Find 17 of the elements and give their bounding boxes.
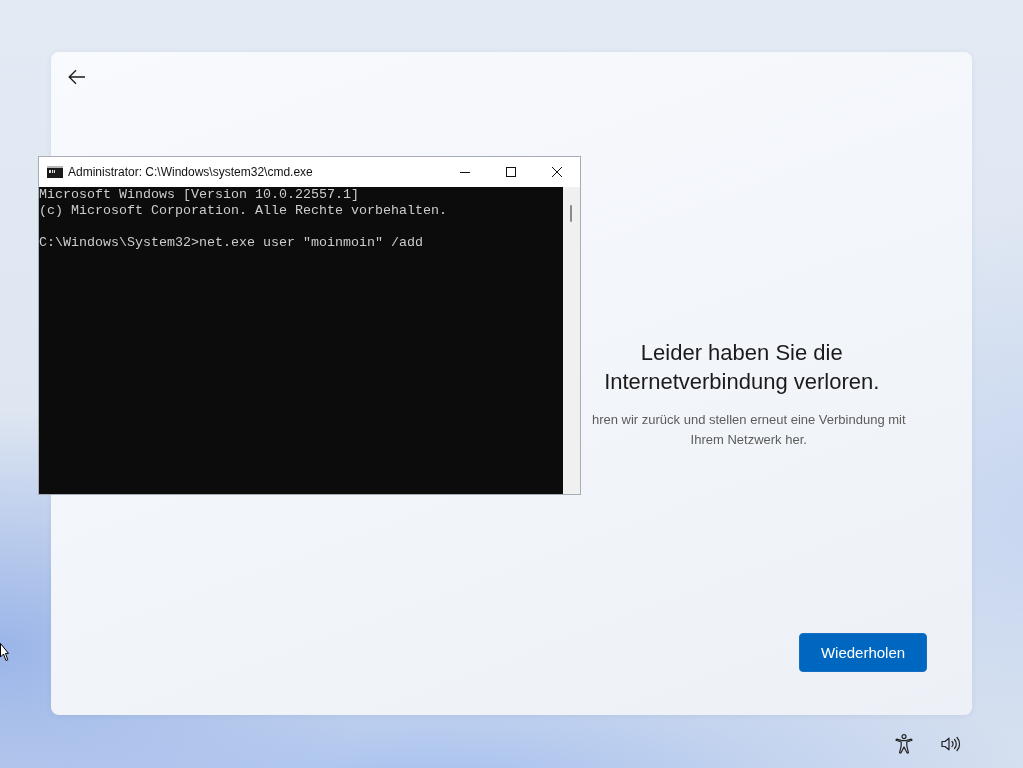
scrollbar-thumb[interactable]: [570, 205, 572, 222]
scrollbar[interactable]: [563, 187, 580, 494]
command-line: C:\Windows\System32>net.exe user "moinmoin" /add: [39, 235, 423, 251]
mouse-pointer-icon: [0, 643, 9, 662]
page-description: hren wir zurück und stellen erneut eine Verbindung mit Ihrem Netzwerk her.: [591, 411, 906, 449]
back-arrow-icon[interactable]: [68, 69, 86, 85]
page-title: Leider haben Sie die Internetverbindung verloren.: [604, 339, 880, 396]
minimize-icon: [460, 171, 470, 173]
speaker-icon[interactable]: [941, 736, 961, 752]
terminal-icon: [47, 166, 63, 178]
accessibility-icon[interactable]: [895, 734, 913, 754]
window-title: Administrator: C:\Windows\system32\cmd.exe: [68, 165, 313, 179]
console-line: Microsoft Windows [Version 10.0.22557.1]: [39, 187, 359, 203]
maximize-icon: [506, 167, 516, 177]
close-icon: [552, 167, 562, 177]
console-line: (c) Microsoft Corporation. Alle Rechte vorbehalten.: [39, 203, 447, 219]
retry-button[interactable]: Wiederholen: [799, 633, 927, 672]
